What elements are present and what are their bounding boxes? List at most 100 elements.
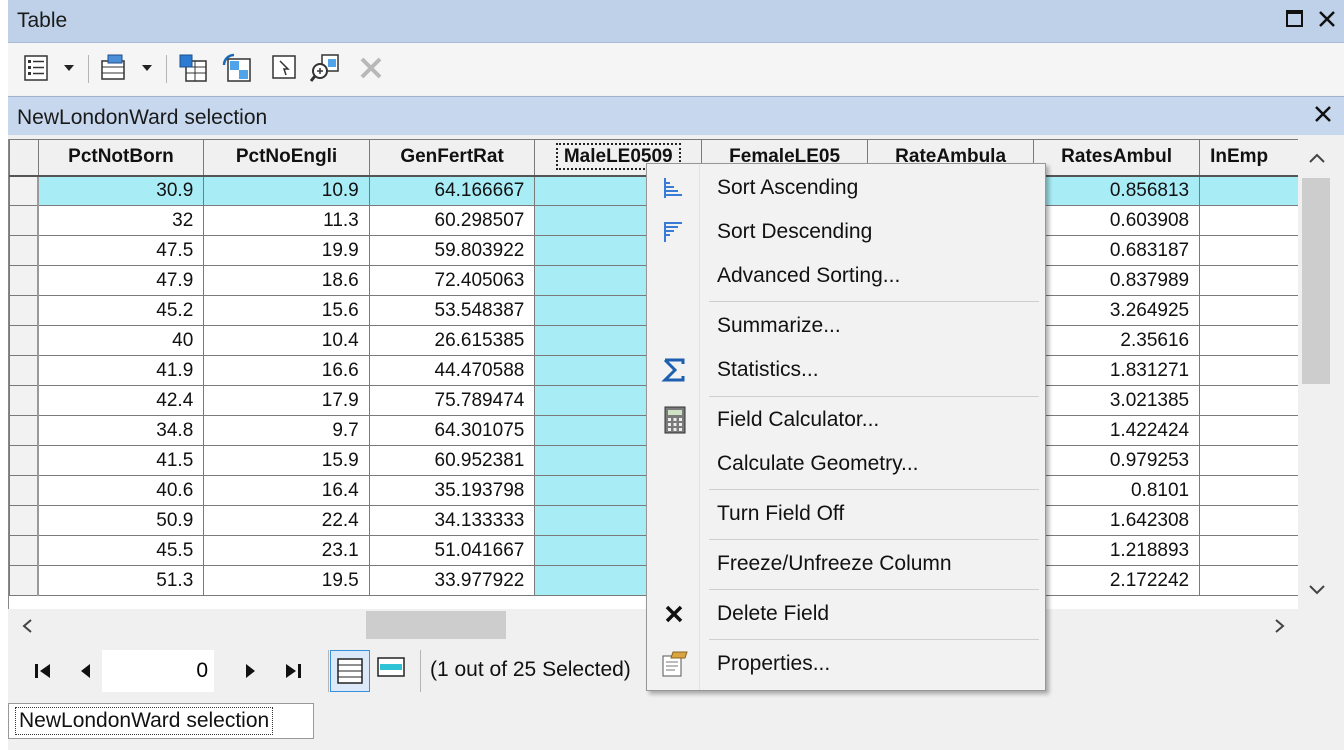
table-cell[interactable]: 15.6 <box>203 295 370 326</box>
table-cell[interactable]: 1.422424 <box>1033 415 1201 446</box>
summarize-menu-item[interactable]: Summarize... <box>647 306 1045 346</box>
table-cell[interactable]: 9.7 <box>203 415 370 446</box>
table-cell[interactable] <box>1199 355 1299 386</box>
statistics-menu-item[interactable]: Statistics... <box>647 350 1045 390</box>
table-cell[interactable]: 22.4 <box>203 505 370 536</box>
row-selector[interactable] <box>9 235 40 266</box>
table-cell[interactable]: 1.218893 <box>1033 535 1201 566</box>
column-header[interactable]: GenFertRat <box>368 139 536 177</box>
row-selector[interactable] <box>9 355 40 386</box>
calculate-geometry-menu-item[interactable]: Calculate Geometry... <box>647 444 1045 484</box>
advanced-sorting-menu-item[interactable]: Advanced Sorting... <box>647 256 1045 296</box>
table-cell[interactable]: 60.952381 <box>368 445 536 476</box>
table-cell[interactable]: 0.856813 <box>1033 175 1201 206</box>
table-cell[interactable]: 23.1 <box>203 535 370 566</box>
table-cell[interactable] <box>1199 535 1299 566</box>
sort-ascending-menu-item[interactable]: Sort Ascending <box>647 168 1045 208</box>
horizontal-scroll-thumb[interactable] <box>366 611 506 639</box>
table-cell[interactable]: 64.166667 <box>368 175 536 206</box>
table-cell[interactable] <box>1199 475 1299 506</box>
table-cell[interactable] <box>1199 505 1299 536</box>
table-cell[interactable]: 72.405063 <box>368 265 536 296</box>
table-cell[interactable]: 17.9 <box>203 385 370 416</box>
table-cell[interactable]: 10.9 <box>203 175 370 206</box>
table-cell[interactable]: 3.264925 <box>1033 295 1201 326</box>
table-cell[interactable]: 19.9 <box>203 235 370 266</box>
next-record-icon[interactable] <box>242 662 258 680</box>
switch-selection-button[interactable] <box>222 53 252 83</box>
table-cell[interactable]: 47.9 <box>37 265 205 296</box>
properties-menu-item[interactable]: Properties... <box>647 644 1045 684</box>
table-cell[interactable]: 16.6 <box>203 355 370 386</box>
table-cell[interactable]: 45.5 <box>37 535 205 566</box>
table-cell[interactable]: 3.021385 <box>1033 385 1201 416</box>
table-cell[interactable]: 53.548387 <box>368 295 536 326</box>
table-cell[interactable] <box>1199 415 1299 446</box>
table-options-button[interactable] <box>22 53 52 83</box>
column-header[interactable]: RatesAmbul <box>1033 139 1201 177</box>
row-selector[interactable] <box>9 565 40 596</box>
field-calculator-menu-item[interactable]: Field Calculator... <box>647 400 1045 440</box>
column-header[interactable]: PctNoEngli <box>203 139 370 177</box>
close-window-button[interactable] <box>1314 6 1340 32</box>
table-cell[interactable]: 50.9 <box>37 505 205 536</box>
close-tab-button[interactable] <box>1310 101 1336 127</box>
table-cell[interactable]: 75.789474 <box>368 385 536 416</box>
vertical-scroll-thumb[interactable] <box>1302 178 1330 384</box>
table-cell[interactable]: 64.301075 <box>368 415 536 446</box>
row-selector[interactable] <box>9 505 40 536</box>
first-record-icon[interactable] <box>32 662 54 680</box>
table-cell[interactable]: 34.133333 <box>368 505 536 536</box>
previous-record-icon[interactable] <box>78 662 94 680</box>
delete-field-menu-item[interactable]: Delete Field <box>647 594 1045 634</box>
column-header[interactable]: InEmp <box>1199 139 1299 177</box>
table-cell[interactable] <box>1199 445 1299 476</box>
table-cell[interactable] <box>1199 565 1299 596</box>
table-cell[interactable]: 60.298507 <box>368 205 536 236</box>
scroll-down-icon[interactable] <box>1307 583 1327 597</box>
table-cell[interactable] <box>1199 175 1299 206</box>
table-cell[interactable]: 42.4 <box>37 385 205 416</box>
table-cell[interactable]: 0.979253 <box>1033 445 1201 476</box>
scroll-left-icon[interactable] <box>20 617 36 635</box>
table-cell[interactable]: 51.041667 <box>368 535 536 566</box>
table-cell[interactable] <box>1199 265 1299 296</box>
related-tables-button[interactable] <box>100 53 130 83</box>
table-cell[interactable]: 32 <box>37 205 205 236</box>
table-cell[interactable]: 33.977922 <box>368 565 536 596</box>
table-cell[interactable]: 41.9 <box>37 355 205 386</box>
row-selector[interactable] <box>9 415 40 446</box>
show-all-records-button[interactable] <box>330 650 370 692</box>
freeze-unfreeze-column-menu-item[interactable]: Freeze/Unfreeze Column <box>647 544 1045 584</box>
row-selector[interactable] <box>9 535 40 566</box>
table-tab[interactable]: NewLondonWard selection <box>8 703 314 739</box>
row-selector-header[interactable] <box>9 139 39 177</box>
table-cell[interactable]: 30.9 <box>37 175 205 206</box>
row-selector[interactable] <box>9 175 40 206</box>
table-cell[interactable]: 45.2 <box>37 295 205 326</box>
sort-descending-menu-item[interactable]: Sort Descending <box>647 212 1045 252</box>
row-selector[interactable] <box>9 385 40 416</box>
table-cell[interactable] <box>1199 205 1299 236</box>
column-header[interactable]: PctNotBorn <box>37 139 205 177</box>
select-by-attributes-button[interactable] <box>178 53 208 83</box>
row-selector[interactable] <box>9 205 40 236</box>
table-cell[interactable] <box>1199 295 1299 326</box>
table-cell[interactable] <box>1199 325 1299 356</box>
table-cell[interactable]: 19.5 <box>203 565 370 596</box>
table-cell[interactable]: 0.837989 <box>1033 265 1201 296</box>
table-options-dropdown[interactable] <box>64 65 74 71</box>
table-cell[interactable]: 44.470588 <box>368 355 536 386</box>
table-cell[interactable]: 0.603908 <box>1033 205 1201 236</box>
delete-selected-button[interactable] <box>356 53 386 83</box>
table-cell[interactable]: 1.642308 <box>1033 505 1201 536</box>
row-selector[interactable] <box>9 265 40 296</box>
table-cell[interactable]: 11.3 <box>203 205 370 236</box>
table-cell[interactable] <box>1199 235 1299 266</box>
table-cell[interactable]: 15.9 <box>203 445 370 476</box>
table-cell[interactable]: 59.803922 <box>368 235 536 266</box>
table-cell[interactable]: 18.6 <box>203 265 370 296</box>
table-cell[interactable]: 41.5 <box>37 445 205 476</box>
table-cell[interactable]: 35.193798 <box>368 475 536 506</box>
row-selector[interactable] <box>9 445 40 476</box>
